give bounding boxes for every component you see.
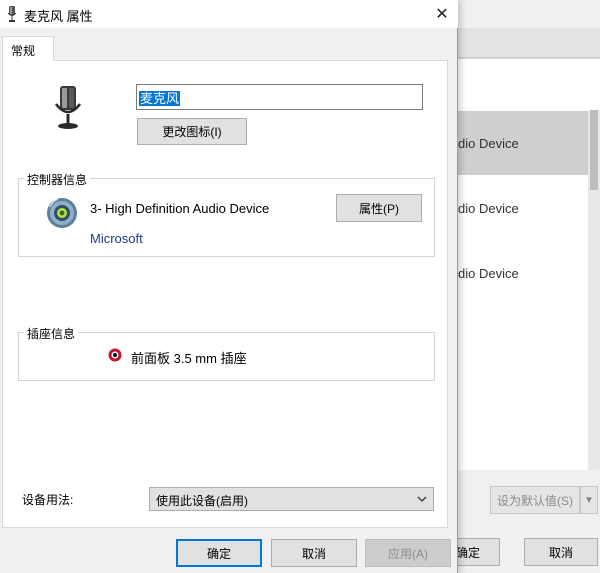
- background-sound-window: dio Device dio Device dio Device 设为默认值(S…: [436, 0, 600, 573]
- apply-button[interactable]: 应用(A): [365, 539, 451, 567]
- microphone-icon: [55, 86, 81, 129]
- background-device-row[interactable]: dio Device: [440, 241, 590, 305]
- background-scrollbar[interactable]: [588, 110, 600, 470]
- jack-description: 前面板 3.5 mm 插座: [131, 351, 247, 366]
- microphone-properties-dialog: 麦克风 属性 ✕ 常规 麦克风 更改图标(I) 控制器信息 3- High De…: [0, 0, 458, 573]
- jack-info-label: 插座信息: [24, 325, 79, 342]
- controller-info-label: 控制器信息: [24, 171, 91, 188]
- close-icon[interactable]: ✕: [426, 0, 458, 28]
- background-device-row[interactable]: dio Device: [440, 176, 590, 240]
- speaker-disc-icon: [47, 198, 77, 228]
- chevron-down-icon: [417, 496, 427, 502]
- scrollbar-thumb[interactable]: [590, 110, 598, 190]
- background-cancel-button[interactable]: 取消: [524, 538, 598, 566]
- controller-device-name: 3- High Definition Audio Device: [90, 201, 270, 216]
- device-usage-value: 使用此设备(启用): [156, 494, 248, 508]
- audio-jack-icon: [108, 348, 122, 362]
- device-name-field[interactable]: 麦克风: [136, 84, 423, 110]
- microphone-icon: [7, 6, 17, 22]
- background-device-list: dio Device dio Device dio Device: [440, 58, 600, 470]
- set-default-button[interactable]: 设为默认值(S): [490, 486, 580, 514]
- background-header: [440, 28, 600, 58]
- ok-button[interactable]: 确定: [176, 539, 262, 567]
- cancel-button[interactable]: 取消: [271, 539, 357, 567]
- device-name-value: 麦克风: [139, 91, 181, 106]
- chevron-down-icon[interactable]: ▼: [580, 486, 598, 514]
- title-bar: 麦克风 属性 ✕: [0, 0, 458, 28]
- background-device-row-label: dio Device: [458, 200, 519, 216]
- tab-general[interactable]: 常规: [2, 36, 54, 61]
- background-device-row[interactable]: dio Device: [440, 111, 590, 175]
- window-title: 麦克风 属性: [24, 9, 93, 24]
- background-device-row-label: dio Device: [458, 265, 519, 281]
- device-usage-select[interactable]: 使用此设备(启用): [149, 487, 434, 511]
- properties-button[interactable]: 属性(P): [336, 194, 422, 222]
- background-device-row-label: dio Device: [458, 135, 519, 151]
- change-icon-button[interactable]: 更改图标(I): [137, 118, 247, 145]
- controller-vendor: Microsoft: [90, 231, 143, 246]
- device-usage-label: 设备用法:: [22, 493, 74, 507]
